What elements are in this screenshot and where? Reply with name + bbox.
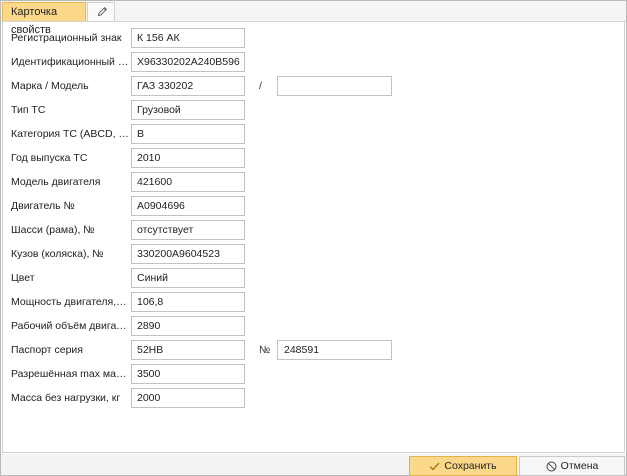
- make-model-separator: /: [259, 80, 262, 92]
- field-label: Двигатель №: [11, 200, 75, 212]
- chassis-field[interactable]: отсутствует: [131, 220, 245, 240]
- vehicle-type-field[interactable]: Грузовой: [131, 100, 245, 120]
- max-mass-field[interactable]: 3500: [131, 364, 245, 384]
- tab-edit[interactable]: [87, 2, 115, 21]
- body-number-field[interactable]: 330200A9604523: [131, 244, 245, 264]
- field-label: Регистрационный знак: [11, 32, 122, 44]
- field-label: Модель двигателя: [11, 176, 101, 188]
- form-row-chassis: Шасси (рама), № отсутствует: [3, 220, 623, 242]
- form-row-engine-number: Двигатель № A0904696: [3, 196, 623, 218]
- reg-number-field[interactable]: К 156 АК: [131, 28, 245, 48]
- form-row-color: Цвет Синий: [3, 268, 623, 290]
- engine-model-field[interactable]: 421600: [131, 172, 245, 192]
- form-row-vehicle-type: Тип ТС Грузовой: [3, 100, 623, 122]
- field-label: Разрешённая max масса, кг: [11, 368, 129, 380]
- field-label: Паспорт серия: [11, 344, 83, 356]
- properties-form: Регистрационный знак К 156 АК Идентифика…: [2, 22, 625, 453]
- model-extra-field[interactable]: [277, 76, 392, 96]
- form-row-year: Год выпуска ТС 2010: [3, 148, 623, 170]
- form-row-max-mass: Разрешённая max масса, кг 3500: [3, 364, 623, 386]
- tab-bar: Карточка свойств: [1, 1, 626, 36]
- form-row-category: Категория ТС (ABCD, прицеп) B: [3, 124, 623, 146]
- engine-power-field[interactable]: 106,8: [131, 292, 245, 312]
- make-model-field[interactable]: ГАЗ 330202: [131, 76, 245, 96]
- properties-window: Карточка свойств Регистрационный знак К …: [0, 0, 627, 476]
- passport-number-label: №: [259, 344, 271, 356]
- displacement-field[interactable]: 2890: [131, 316, 245, 336]
- category-field[interactable]: B: [131, 124, 245, 144]
- form-row-vin: Идентификационный номер (VIN) X96330202A…: [3, 52, 623, 74]
- field-label: Идентификационный номер (VIN): [11, 56, 129, 68]
- tab-properties[interactable]: Карточка свойств: [2, 2, 86, 36]
- passport-number-field[interactable]: 248591: [277, 340, 392, 360]
- field-label: Мощность двигателя, кВт / л.с.: [11, 296, 129, 308]
- cancel-button[interactable]: Отмена: [519, 456, 625, 476]
- form-row-empty-mass: Масса без нагрузки, кг 2000: [3, 388, 623, 410]
- passport-series-field[interactable]: 52НВ: [131, 340, 245, 360]
- form-row-power: Мощность двигателя, кВт / л.с. 106,8: [3, 292, 623, 314]
- field-label: Марка / Модель: [11, 80, 89, 92]
- cancel-button-label: Отмена: [560, 460, 599, 472]
- field-label: Тип ТС: [11, 104, 46, 116]
- form-row-reg-number: Регистрационный знак К 156 АК: [3, 28, 623, 50]
- dialog-footer: Сохранить Отмена: [1, 454, 626, 476]
- form-row-engine-model: Модель двигателя 421600: [3, 172, 623, 194]
- cancel-icon: [546, 461, 557, 472]
- field-label: Кузов (коляска), №: [11, 248, 104, 260]
- save-button-label: Сохранить: [444, 460, 497, 472]
- form-row-body: Кузов (коляска), № 330200A9604523: [3, 244, 623, 266]
- engine-number-field[interactable]: A0904696: [131, 196, 245, 216]
- save-button[interactable]: Сохранить: [409, 456, 517, 476]
- vin-field[interactable]: X96330202A240B596: [131, 52, 245, 72]
- year-field[interactable]: 2010: [131, 148, 245, 168]
- color-field[interactable]: Синий: [131, 268, 245, 288]
- field-label: Год выпуска ТС: [11, 152, 88, 164]
- form-row-passport: Паспорт серия 52НВ № 248591: [3, 340, 623, 362]
- pencil-icon: [97, 6, 108, 17]
- empty-mass-field[interactable]: 2000: [131, 388, 245, 408]
- field-label: Категория ТС (ABCD, прицеп): [11, 128, 129, 140]
- field-label: Масса без нагрузки, кг: [11, 392, 121, 404]
- field-label: Цвет: [11, 272, 35, 284]
- field-label: Рабочий объём двигателя, см³: [11, 320, 129, 332]
- form-row-make-model: Марка / Модель ГАЗ 330202 /: [3, 76, 623, 98]
- field-label: Шасси (рама), №: [11, 224, 95, 236]
- form-row-displacement: Рабочий объём двигателя, см³ 2890: [3, 316, 623, 338]
- checkmark-icon: [429, 462, 440, 471]
